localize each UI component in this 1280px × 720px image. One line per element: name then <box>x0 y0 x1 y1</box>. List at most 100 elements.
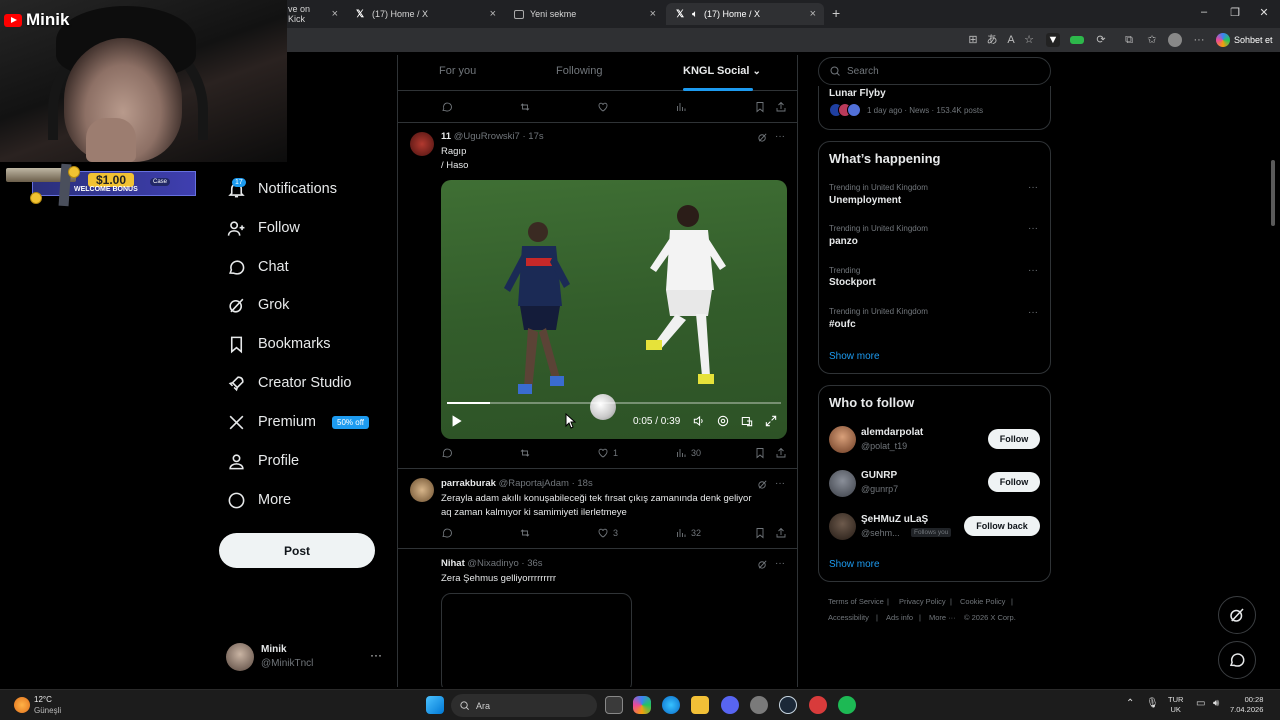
extension-puzzle-icon[interactable]: ⟳ <box>1094 33 1108 47</box>
video-player[interactable]: 0:05 / 0:39 <box>441 180 787 439</box>
media-placeholder[interactable] <box>441 593 632 687</box>
scrollbar-thumb[interactable] <box>1271 160 1275 226</box>
tweet-time[interactable]: 17s <box>528 131 543 142</box>
tab-kngl-social[interactable]: KNGL Social ⌄ <box>683 65 761 77</box>
more-icon[interactable]: ··· <box>1028 223 1038 234</box>
file-explorer-icon[interactable] <box>691 696 709 714</box>
show-more-link[interactable]: Show more <box>829 559 880 570</box>
browser-menu-icon[interactable]: ··· <box>1192 33 1206 47</box>
messages-fab-button[interactable] <box>1218 641 1256 679</box>
footer-link[interactable]: Terms of Service <box>828 597 884 606</box>
like-button[interactable]: 3 <box>597 527 618 539</box>
tweet-time[interactable]: 36s <box>527 558 542 569</box>
trend-name[interactable]: #oufc <box>829 319 856 330</box>
video-progress-bar[interactable] <box>447 402 781 404</box>
play-icon[interactable] <box>449 414 463 428</box>
volume-icon[interactable] <box>692 414 706 428</box>
like-button[interactable]: 1 <box>597 447 618 459</box>
grok-icon[interactable] <box>757 132 768 143</box>
show-more-link[interactable]: Show more <box>829 351 880 362</box>
more-icon[interactable]: ··· <box>370 648 382 662</box>
copilot-chat-button[interactable]: Sohbet et <box>1216 31 1273 49</box>
split-screen-icon[interactable]: ⧉ <box>1122 33 1136 47</box>
language-indicator[interactable]: TUR UK <box>1168 695 1183 715</box>
browser-tab[interactable]: Yeni sekme × <box>506 3 664 25</box>
reply-icon[interactable] <box>441 527 453 539</box>
close-icon[interactable]: × <box>332 8 338 20</box>
nav-premium[interactable]: Premium 50% off <box>226 409 369 435</box>
display-icon[interactable]: ▭ <box>1196 698 1205 709</box>
settings-gear-icon[interactable] <box>750 696 768 714</box>
extension-battery-icon[interactable] <box>1070 36 1084 44</box>
news-card[interactable]: Lunar Flyby 1 day ago · News · 153.4K po… <box>818 86 1051 130</box>
grok-icon[interactable] <box>757 559 768 570</box>
follow-button[interactable]: Follow <box>988 429 1040 449</box>
grok-icon[interactable] <box>757 479 768 490</box>
author-name[interactable]: parrakburak <box>441 478 496 489</box>
repost-icon[interactable] <box>519 447 531 459</box>
discord-icon[interactable] <box>721 696 739 714</box>
browser-tab[interactable]: ve on Kick × <box>280 3 346 25</box>
extension-icon[interactable]: ▼ <box>1046 33 1060 47</box>
author-name[interactable]: Nihat <box>441 558 465 569</box>
task-view-icon[interactable] <box>605 696 623 714</box>
pip-icon[interactable] <box>740 414 754 428</box>
more-icon[interactable]: ··· <box>1028 265 1038 276</box>
reply-icon[interactable] <box>441 447 453 459</box>
apps-icon[interactable]: ⊞ <box>966 33 980 47</box>
nav-chat[interactable]: Chat <box>226 254 289 280</box>
translate-icon[interactable]: あ <box>985 33 999 47</box>
follow-button[interactable]: Follow <box>988 472 1040 492</box>
post-button[interactable]: Post <box>219 533 375 568</box>
nav-follow[interactable]: Follow <box>226 215 300 241</box>
author-handle[interactable]: @Nixadinyo <box>467 558 518 569</box>
volume-icon[interactable]: 🔊︎ <box>1213 698 1219 709</box>
favorites-icon[interactable]: ✩ <box>1145 33 1159 47</box>
close-window-icon[interactable]: ✕ <box>1254 6 1274 19</box>
minimize-icon[interactable]: – <box>1194 6 1214 18</box>
author-name[interactable]: 11 <box>441 131 451 142</box>
footer-link[interactable]: Accessibility <box>828 613 869 622</box>
share-icon[interactable] <box>775 101 787 113</box>
nav-more[interactable]: More <box>226 487 291 513</box>
author-handle[interactable]: @UguRrowski7 <box>454 131 520 142</box>
microphone-icon[interactable]: 🎙︎ <box>1146 698 1159 709</box>
avatar[interactable] <box>829 470 856 497</box>
footer-link[interactable]: Privacy Policy <box>899 597 946 606</box>
share-icon[interactable] <box>775 447 787 459</box>
avatar[interactable] <box>410 478 434 502</box>
profile-avatar-icon[interactable] <box>1168 33 1182 47</box>
taskbar-search[interactable]: Ara <box>451 694 597 717</box>
repost-icon[interactable] <box>519 101 531 113</box>
tab-following[interactable]: Following <box>556 65 602 77</box>
share-icon[interactable] <box>775 527 787 539</box>
edge-browser-icon[interactable] <box>662 696 680 714</box>
bookmark-icon[interactable] <box>754 447 766 459</box>
nav-profile[interactable]: Profile <box>226 448 299 474</box>
page-scrollbar[interactable] <box>1270 56 1276 686</box>
bookmark-icon[interactable] <box>754 101 766 113</box>
views-icon[interactable] <box>675 101 687 113</box>
more-icon[interactable]: ··· <box>1028 307 1038 318</box>
settings-icon[interactable] <box>716 414 730 428</box>
user-name[interactable]: ŞeHMuZ uLaŞ <box>861 514 928 525</box>
close-icon[interactable]: × <box>490 8 496 20</box>
steam-icon[interactable] <box>779 696 797 714</box>
follow-back-button[interactable]: Follow back <box>964 516 1040 536</box>
close-icon[interactable]: × <box>650 8 656 20</box>
footer-link[interactable]: More ··· <box>929 613 956 622</box>
grok-fab-button[interactable] <box>1218 596 1256 634</box>
footer-link[interactable]: Ads info <box>886 613 913 622</box>
more-icon[interactable]: ··· <box>775 478 785 489</box>
read-aloud-icon[interactable]: A <box>1004 33 1018 47</box>
trend-name[interactable]: Stockport <box>829 277 876 288</box>
fullscreen-icon[interactable] <box>764 414 778 428</box>
nav-bookmarks[interactable]: Bookmarks <box>226 331 331 357</box>
browser-tab-active[interactable]: 𝕏 🔈︎ (17) Home / X × <box>666 3 824 25</box>
avatar[interactable] <box>829 426 856 453</box>
tab-for-you[interactable]: For you <box>439 65 476 77</box>
repost-icon[interactable] <box>519 527 531 539</box>
weather-widget[interactable]: 12°C Güneşli <box>14 694 84 718</box>
user-name[interactable]: GUNRP <box>861 470 897 481</box>
bookmark-icon[interactable] <box>754 527 766 539</box>
